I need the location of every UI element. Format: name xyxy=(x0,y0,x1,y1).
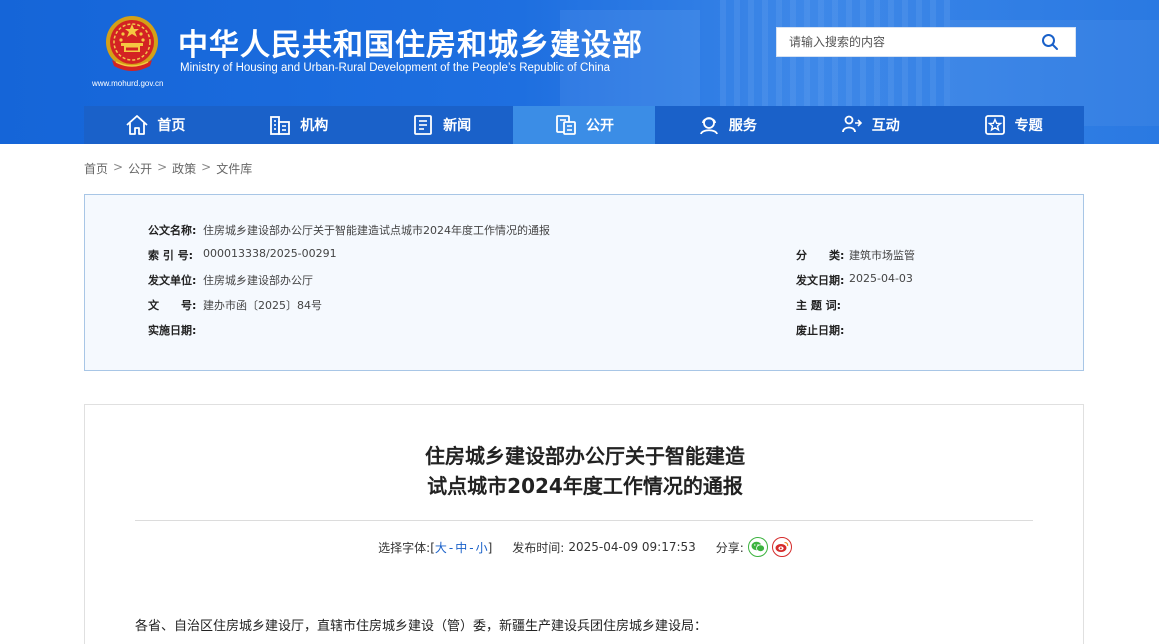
info-value: 2025-04-03 xyxy=(849,272,913,285)
building-icon xyxy=(270,116,291,135)
nav-item-interaction[interactable]: 互动 xyxy=(798,106,941,144)
info-doc-name: 公文名称: 住房城乡建设部办公厅关于智能建造试点城市2024年度工作情况的通报 xyxy=(148,222,550,238)
home-icon xyxy=(126,115,149,135)
nav-item-disclosure[interactable]: 公开 xyxy=(512,106,656,144)
bracket: ] xyxy=(487,540,493,555)
info-value: 住房城乡建设部办公厅 xyxy=(203,274,313,287)
service-icon xyxy=(699,117,718,135)
site-title[interactable]: 中华人民共和国住房和城乡建设部 xyxy=(178,20,643,64)
breadcrumb-disclosure[interactable]: 公开 xyxy=(128,160,152,177)
breadcrumb-separator: > xyxy=(157,160,168,174)
nav-item-news[interactable]: 新闻 xyxy=(370,106,513,144)
info-label: 实施日期: xyxy=(148,324,197,337)
nav-item-label: 服务 xyxy=(728,118,757,134)
info-value: 000013338/2025-00291 xyxy=(203,247,337,260)
info-category: 分 类: 建筑市场监管 xyxy=(796,247,915,263)
disclosure-icon xyxy=(556,115,576,135)
font-size-label: 选择字体: xyxy=(378,540,431,555)
breadcrumb-policy[interactable]: 政策 xyxy=(172,160,196,177)
article-panel: 住房城乡建设部办公厅关于智能建造 试点城市2024年度工作情况的通报 选择字体:… xyxy=(84,404,1084,644)
dash: - xyxy=(448,540,454,555)
article-title-line: 试点城市2024年度工作情况的通报 xyxy=(427,474,743,498)
font-size-selector: [大 - 中 - 小] xyxy=(430,539,492,556)
breadcrumb-file-library[interactable]: 文件库 xyxy=(216,160,252,177)
info-label: 发文日期: xyxy=(796,274,845,287)
info-index: 索 引 号: 000013338/2025-00291 xyxy=(148,247,337,263)
dash: - xyxy=(469,540,474,555)
article-title: 住房城乡建设部办公厅关于智能建造 试点城市2024年度工作情况的通报 xyxy=(85,441,1085,501)
weibo-share-button[interactable] xyxy=(771,537,792,557)
info-issue-date: 发文日期: 2025-04-03 xyxy=(796,272,913,288)
search-button[interactable] xyxy=(1025,28,1075,56)
breadcrumb: 首页 > 公开 > 政策 > 文件库 xyxy=(84,160,252,177)
info-label: 公文名称: xyxy=(148,224,197,237)
info-label: 分 类: xyxy=(796,249,845,262)
info-label: 索 引 号: xyxy=(148,249,194,262)
nav-item-label: 公开 xyxy=(586,118,614,134)
search-input[interactable] xyxy=(777,28,1027,56)
document-info-box: 公文名称: 住房城乡建设部办公厅关于智能建造试点城市2024年度工作情况的通报 … xyxy=(84,194,1084,371)
article-title-line: 住房城乡建设部办公厅关于智能建造 xyxy=(425,444,745,468)
nav-item-label: 互动 xyxy=(871,118,900,134)
info-label: 废止日期: xyxy=(796,324,845,337)
nav-item-label: 首页 xyxy=(157,118,186,134)
breadcrumb-separator: > xyxy=(201,160,212,174)
search-box xyxy=(776,27,1076,57)
publish-time: 2025-04-09 09:17:53 xyxy=(568,540,696,554)
interaction-icon xyxy=(841,115,862,133)
nav-item-service[interactable]: 服务 xyxy=(655,106,798,144)
wechat-share-button[interactable] xyxy=(747,537,768,557)
info-keywords: 主 题 词: xyxy=(796,297,849,313)
site-subtitle: Ministry of Housing and Urban-Rural Deve… xyxy=(180,62,610,74)
info-value: 建办市函〔2025〕84号 xyxy=(203,299,322,312)
info-effective-date: 实施日期: xyxy=(148,322,203,338)
main-nav: 首页 机构 新闻 公开 服务 互动 专题 xyxy=(84,106,1084,144)
nav-item-label: 新闻 xyxy=(443,118,472,134)
font-small-button[interactable]: 小 xyxy=(476,541,488,555)
info-value: 住房城乡建设部办公厅关于智能建造试点城市2024年度工作情况的通报 xyxy=(203,224,550,237)
info-issuer: 发文单位: 住房城乡建设部办公厅 xyxy=(148,272,313,288)
article-body-first-line: 各省、自治区住房城乡建设厅，直辖市住房城乡建设（管）委，新疆生产建设兵团住房城乡… xyxy=(135,619,708,634)
weibo-icon xyxy=(775,541,789,552)
article-meta: 选择字体: [大 - 中 - 小] 发布时间: 2025-04-09 09:17:53 … xyxy=(85,537,1085,557)
nav-item-home[interactable]: 首页 xyxy=(84,106,227,144)
nav-item-label: 专题 xyxy=(1014,118,1043,134)
national-emblem-icon[interactable] xyxy=(104,14,160,74)
font-large-button[interactable]: 大 xyxy=(435,541,447,555)
divider xyxy=(135,520,1033,521)
nav-item-label: 机构 xyxy=(300,118,329,134)
nav-item-organization[interactable]: 机构 xyxy=(227,106,370,144)
info-value: 建筑市场监管 xyxy=(849,249,915,262)
topic-icon xyxy=(984,115,1005,135)
font-medium-button[interactable]: 中 xyxy=(455,541,467,555)
share-label: 分享: xyxy=(715,540,744,555)
news-icon xyxy=(414,115,433,135)
info-repeal-date: 废止日期: xyxy=(796,322,849,338)
info-label: 主 题 词: xyxy=(796,299,842,312)
nav-item-topic[interactable]: 专题 xyxy=(941,106,1084,144)
site-url: www.mohurd.gov.cn xyxy=(92,79,164,88)
wechat-icon xyxy=(751,541,765,552)
breadcrumb-separator: > xyxy=(113,160,124,174)
breadcrumb-home[interactable]: 首页 xyxy=(84,160,108,177)
publish-time-label: 发布时间: xyxy=(512,540,565,555)
info-doc-number: 文 号: 建办市函〔2025〕84号 xyxy=(148,297,322,313)
info-label: 文 号: xyxy=(148,299,197,312)
info-label: 发文单位: xyxy=(148,274,197,287)
search-icon xyxy=(1042,34,1058,50)
